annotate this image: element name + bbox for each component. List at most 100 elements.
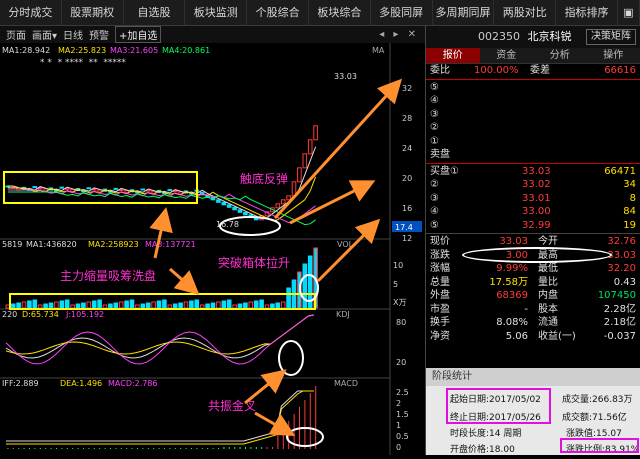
macd-bar: [13, 448, 14, 449]
volume-bar: [254, 301, 258, 308]
top-tab-9[interactable]: 指标排序: [556, 0, 618, 25]
kdj-j: J:105.192: [65, 310, 104, 319]
quote-label-2: 内盘: [538, 289, 558, 303]
macd-axis-label: 1: [396, 421, 401, 430]
volume-bar: [271, 304, 275, 308]
candle: [141, 189, 145, 190]
volume-bar: [98, 300, 102, 308]
macd-bar: [45, 448, 46, 449]
more-icon[interactable]: ▣: [618, 0, 640, 25]
quote-label: 市盈: [430, 303, 450, 317]
quote-label-2: 最低: [538, 262, 558, 276]
chart-area[interactable]: MA1:28.942 MA2:25.823 MA3:21.605 MA4:20.…: [0, 43, 425, 455]
macd-bar: [218, 448, 219, 449]
tab-funds[interactable]: 资金: [480, 48, 534, 63]
macd-bar: [164, 448, 165, 449]
macd-bar: [186, 448, 187, 449]
stats-title: 阶段统计: [426, 368, 640, 386]
macd-bar: [213, 448, 214, 449]
candle: [244, 212, 248, 215]
macd-bar: [78, 448, 79, 449]
macd-bar: [180, 448, 181, 449]
quote-row: 总量17.58万量比0.43: [426, 276, 640, 290]
macd-bar: [191, 448, 192, 449]
macd-bar: [18, 448, 19, 449]
top-tab-5[interactable]: 板块综合: [309, 0, 371, 25]
macd-bar: [99, 448, 100, 449]
macd-bar: [7, 448, 8, 449]
annotation-rebound: 触底反弹: [240, 171, 288, 186]
volume-bar: [114, 303, 118, 308]
quote-label: 现价: [430, 235, 450, 249]
tab-trade[interactable]: 操作: [587, 48, 640, 63]
draw-menu[interactable]: 画面▾: [32, 27, 57, 42]
bid-row: ⑤32.9919: [426, 219, 640, 233]
alert-menu[interactable]: 预警: [89, 27, 109, 42]
macd-bar: [29, 448, 30, 449]
bid-level: ④: [430, 205, 439, 219]
top-tab-2[interactable]: 自选股: [124, 0, 186, 25]
weibi-row: 委比 100.00% 委差 66616: [426, 64, 640, 78]
tab-analysis[interactable]: 分析: [533, 48, 587, 63]
date-highlight: [446, 388, 551, 424]
quote-label: 净资: [430, 330, 450, 344]
quote-value: -: [524, 303, 528, 317]
decision-matrix-button[interactable]: 决策矩阵: [586, 29, 636, 45]
macd-bar: [283, 428, 284, 449]
ask-row: ③: [426, 108, 640, 122]
macd-bar: [72, 448, 73, 449]
quote-value: 5.06: [506, 330, 528, 344]
ma3-legend: MA3:21.605: [110, 46, 158, 55]
candle: [33, 187, 37, 188]
quote-label-2: 量比: [538, 276, 558, 290]
volume-bar: [125, 301, 129, 308]
quote-row: 外盘68369内盘107450: [426, 289, 640, 303]
add-watchlist-button[interactable]: +加自选: [115, 26, 161, 43]
volume-bar: [82, 303, 86, 308]
top-tab-8[interactable]: 两股对比: [494, 0, 556, 25]
tab-quote[interactable]: 报价: [426, 48, 480, 63]
period-menu[interactable]: 日线: [63, 27, 83, 42]
top-tab-7[interactable]: 多周期同屏: [433, 0, 495, 25]
top-tab-6[interactable]: 多股同屏: [371, 0, 433, 25]
bid-level: 买盘①: [430, 165, 459, 179]
ma2-legend: MA2:25.823: [58, 46, 106, 55]
top-tab-0[interactable]: 分时成交: [0, 0, 62, 25]
current-price-label: 17.4: [395, 223, 413, 232]
ask-level: ④: [430, 94, 439, 108]
candle: [114, 188, 118, 189]
macd-bar: [34, 448, 35, 449]
quote-label-2: 股本: [538, 303, 558, 317]
volume-bar: [244, 303, 248, 308]
top-tab-4[interactable]: 个股综合: [247, 0, 309, 25]
candle: [238, 210, 242, 213]
price-axis-label: 20: [402, 174, 412, 183]
macd-bar: [250, 447, 251, 449]
ask-row: ①: [426, 135, 640, 149]
top-tab-bar: 分时成交股票期权自选股板块监测个股综合板块综合多股同屏多周期同屏两股对比指标排序…: [0, 0, 640, 26]
quote-label: 总量: [430, 276, 450, 290]
quote-value-2: 107450: [598, 289, 636, 303]
quote-value-2: 2.18亿: [604, 316, 636, 330]
macd-bar: [245, 447, 246, 449]
weibi-label: 委比: [430, 64, 450, 78]
volume-bar: [65, 300, 69, 308]
kdj-d: D:65.734: [22, 310, 59, 319]
chart-nav-buttons[interactable]: ◂ ▸ ✕: [379, 29, 419, 40]
macd-bar: [56, 448, 57, 449]
bid-volume: 19: [623, 219, 636, 233]
quote-label: 换手: [430, 316, 450, 330]
vol-unit: X万: [393, 298, 406, 307]
volume-bar: [238, 304, 242, 308]
page-menu[interactable]: 页面: [6, 27, 26, 42]
kdj-label: KDJ: [336, 310, 350, 319]
bid-row: ③33.018: [426, 192, 640, 206]
ask-label-row: 卖盘: [426, 148, 640, 162]
top-tab-1[interactable]: 股票期权: [62, 0, 124, 25]
vol-axis-10: 10: [393, 261, 403, 270]
bid-row: ④33.0084: [426, 205, 640, 219]
macd-bar: [105, 448, 106, 449]
quote-value: 17.58万: [489, 276, 528, 290]
top-tab-3[interactable]: 板块监测: [185, 0, 247, 25]
macd-bar: [315, 386, 316, 449]
